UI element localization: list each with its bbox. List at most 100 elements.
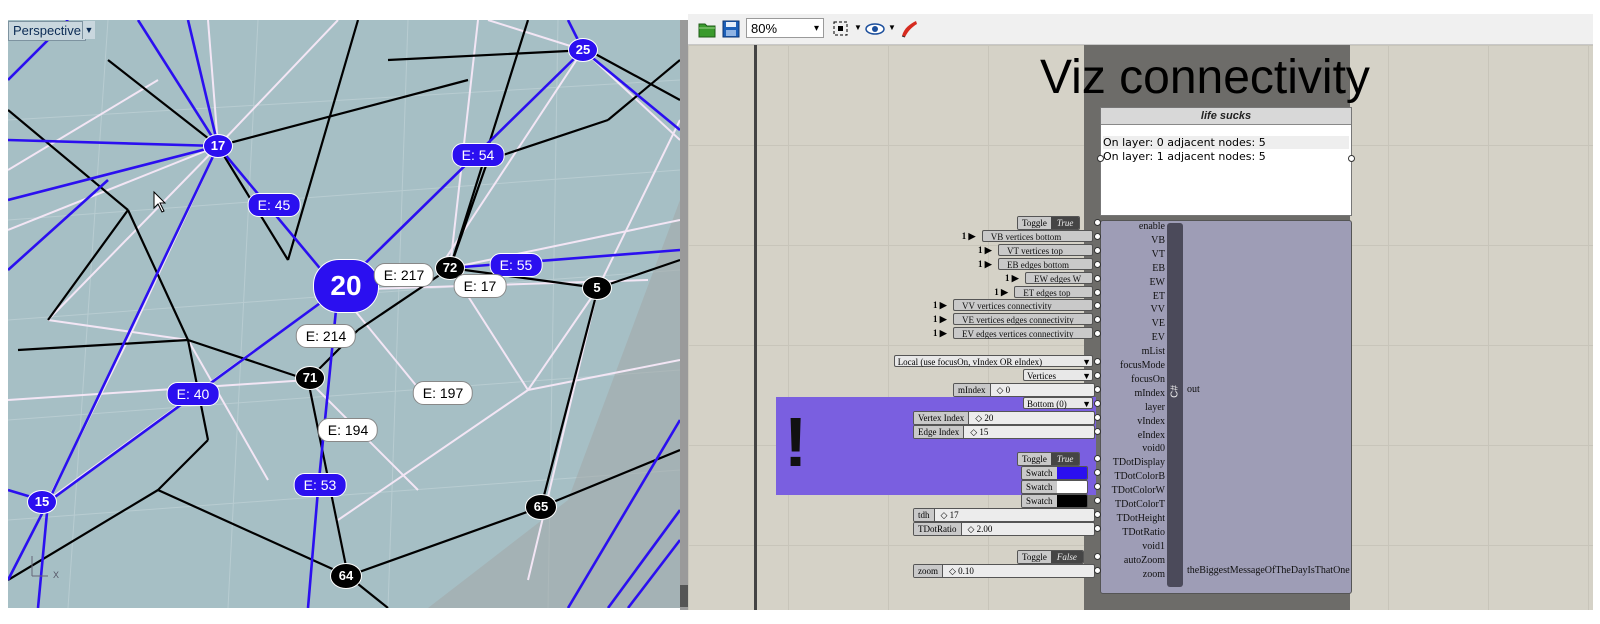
output-grip[interactable] <box>1094 399 1101 407</box>
colour-swatch[interactable]: Swatch <box>1021 466 1088 481</box>
input-mIndex[interactable]: mIndex <box>1134 388 1165 399</box>
input-TDotDisplay[interactable]: TDotDisplay <box>1113 457 1165 468</box>
input-VB[interactable]: VB <box>1151 235 1165 246</box>
colour-swatch[interactable]: Swatch <box>1021 480 1088 495</box>
geometry-param[interactable]: EV edges vertices connectivity <box>953 327 1093 340</box>
number-slider[interactable]: zoom ◇ 0.10 <box>913 563 1095 578</box>
input-autoZoom[interactable]: autoZoom <box>1124 555 1165 566</box>
number-slider[interactable]: mIndex ◇ 0 <box>953 382 1095 397</box>
chevron-down-icon[interactable]: ▼ <box>888 23 896 32</box>
value-list-dropdown[interactable]: Vertices ▼ <box>1023 368 1093 381</box>
output-grip[interactable] <box>1094 566 1101 574</box>
output-label[interactable]: out <box>1187 384 1200 395</box>
value-list-dropdown[interactable]: Local (use focusOn, vIndex OR eIndex) ▼ <box>893 355 1093 367</box>
input-ET[interactable]: ET <box>1153 291 1165 302</box>
geometry-param[interactable]: VV vertices connectivity <box>953 299 1093 312</box>
component-name: C# <box>1169 385 1181 398</box>
input-VT[interactable]: VT <box>1152 249 1165 260</box>
input-void0[interactable]: void0 <box>1142 443 1165 454</box>
input-layer[interactable]: layer <box>1145 402 1165 413</box>
number-slider[interactable]: Edge Index ◇ 15 <box>913 424 1095 439</box>
zoom-value: 80% <box>751 21 778 36</box>
open-file-icon[interactable] <box>696 18 718 40</box>
output-grip[interactable] <box>1094 274 1101 282</box>
sketch-pen-icon[interactable] <box>898 18 920 40</box>
component-body-strip[interactable] <box>1167 223 1183 587</box>
boolean-toggle[interactable]: Toggle True <box>1017 452 1081 467</box>
pane-splitter[interactable] <box>680 20 688 610</box>
colour-swatch[interactable]: Swatch <box>1021 494 1088 508</box>
zoom-select[interactable]: 80% ▾ <box>746 18 824 38</box>
panel-output-grip[interactable] <box>1348 155 1355 162</box>
param-count: 1 ▶ <box>933 314 947 325</box>
input-focusOn[interactable]: focusOn <box>1131 374 1165 385</box>
input-focusMode[interactable]: focusMode <box>1120 360 1165 371</box>
input-VE[interactable]: VE <box>1152 318 1165 329</box>
input-VV[interactable]: VV <box>1151 304 1165 315</box>
input-EV[interactable]: EV <box>1152 332 1165 343</box>
geometry-param[interactable]: ET edges top <box>1014 285 1093 298</box>
output-grip[interactable] <box>1094 524 1101 532</box>
canvas-wire-edge <box>754 45 757 610</box>
geometry-param[interactable]: VB vertices bottom <box>981 229 1093 242</box>
number-slider[interactable]: Vertex Index ◇ 20 <box>913 410 1095 425</box>
geometry-param[interactable]: EW edges W <box>1025 271 1093 284</box>
boolean-toggle[interactable]: Toggle True <box>1017 216 1081 230</box>
output-grip[interactable] <box>1094 358 1101 365</box>
input-enable[interactable]: enable <box>1139 221 1165 232</box>
output-grip[interactable] <box>1094 497 1101 504</box>
output-grip[interactable] <box>1094 260 1101 268</box>
input-mList[interactable]: mList <box>1142 346 1165 357</box>
param-count: 1 ▶ <box>961 230 976 241</box>
geometry-param[interactable]: VE vertices edges connectivity <box>953 313 1093 326</box>
panel-input-grip[interactable] <box>1097 155 1104 162</box>
input-TDotHeight[interactable]: TDotHeight <box>1117 513 1165 524</box>
geometry-param[interactable]: VT vertices top <box>998 243 1093 256</box>
grasshopper-toolbar: 80% ▾ ▼ ▼ <box>688 14 1593 45</box>
output-grip[interactable] <box>1094 427 1101 435</box>
input-void1[interactable]: void1 <box>1142 541 1165 552</box>
input-EB[interactable]: EB <box>1152 263 1165 274</box>
output-grip[interactable] <box>1094 552 1101 560</box>
viewport-geometry <box>8 20 680 608</box>
input-eIndex[interactable]: eIndex <box>1138 430 1165 441</box>
chevron-down-icon[interactable]: ▼ <box>854 23 862 32</box>
input-TDotRatio[interactable]: TDotRatio <box>1122 527 1165 538</box>
output-grip[interactable] <box>1094 510 1101 518</box>
output-grip[interactable] <box>1094 219 1101 226</box>
preview-eye-icon[interactable] <box>864 18 886 40</box>
output-grip[interactable] <box>1094 385 1101 393</box>
number-slider[interactable]: TDotRatio ◇ 2.00 <box>913 521 1095 536</box>
input-EW[interactable]: EW <box>1149 277 1165 288</box>
input-TDotColorB[interactable]: TDotColorB <box>1114 471 1165 482</box>
edge-dot: E: 217 <box>373 263 435 287</box>
value-list-dropdown[interactable]: Bottom (0) ▼ <box>1023 396 1093 409</box>
boolean-toggle[interactable]: Toggle False <box>1017 549 1084 564</box>
vertex-dot: 64 <box>330 563 362 589</box>
csharp-script-component[interactable]: C# enable VB VT EB EW ET VV VE EV mList focusMode f… <box>1100 220 1352 594</box>
viewport-menu-arrow[interactable]: ▼ <box>82 21 95 39</box>
rhino-viewport[interactable]: Perspective ▼ X 25 17 15 20 72 5 71 65 64 E: 54 E… <box>8 20 680 608</box>
input-TDotColorW[interactable]: TDotColorW <box>1112 485 1165 496</box>
panel-component[interactable]: life sucks On layer: 0 adjacent nodes: 5… <box>1097 107 1355 216</box>
input-TDotColorT[interactable]: TDotColorT <box>1115 499 1165 510</box>
output-grip[interactable] <box>1094 371 1101 379</box>
input-zoom[interactable]: zoom <box>1143 569 1165 580</box>
save-icon[interactable] <box>720 18 742 40</box>
viewport-label[interactable]: Perspective <box>8 21 86 41</box>
output-label[interactable]: theBiggestMessageOfTheDayIsThatOne <box>1187 565 1350 576</box>
param-count: 1 ▶ <box>994 286 1008 297</box>
geometry-param[interactable]: EB edges bottom <box>998 257 1093 270</box>
edge-dot: E: 214 <box>295 324 357 348</box>
number-slider[interactable]: tdh ◇ 17 <box>913 507 1095 522</box>
scroll-handle[interactable] <box>680 585 688 607</box>
param-count: 1 ▶ <box>1005 272 1019 283</box>
output-grip[interactable] <box>1094 413 1101 421</box>
param-count: 1 ▶ <box>933 328 947 339</box>
output-grip[interactable] <box>1094 288 1101 296</box>
input-vIndex[interactable]: vIndex <box>1137 416 1165 427</box>
vertex-dot: 65 <box>525 494 557 520</box>
zoom-extents-icon[interactable] <box>830 18 852 40</box>
output-grip[interactable] <box>1094 232 1101 240</box>
output-grip[interactable] <box>1094 246 1101 254</box>
